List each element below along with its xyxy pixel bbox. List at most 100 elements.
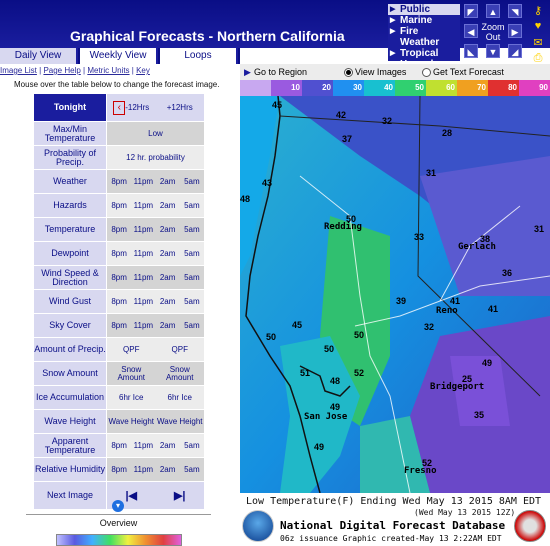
row-cell[interactable]: 8pm [107, 170, 131, 193]
row-cell[interactable]: 2am [156, 458, 180, 481]
map-caption: Low Temperature(F) Ending Wed May 13 201… [246, 496, 542, 507]
city-label: Reno [436, 306, 458, 316]
row-cell[interactable]: 8pm [107, 314, 131, 337]
favorite-icon[interactable]: ♥ [528, 20, 548, 36]
tab-daily-view[interactable]: Daily View [0, 48, 78, 64]
row-cell[interactable]: Low [107, 122, 204, 145]
row-cell[interactable]: 11pm [131, 290, 155, 313]
row-cell[interactable]: Snow Amount [156, 362, 205, 385]
row-cell[interactable]: 2am [156, 170, 180, 193]
temp-label: 50 [266, 332, 277, 342]
row-cell[interactable]: 8pm [107, 458, 131, 481]
row-cell[interactable]: 6hr Ice [107, 386, 156, 409]
pan-up-left-icon[interactable]: ◤ [464, 4, 478, 18]
temp-label: 48 [330, 376, 341, 386]
scale-cell: 10 [271, 80, 302, 96]
row-cell[interactable]: 12 hr. probability [107, 146, 204, 169]
pan-up-icon[interactable]: ▲ [486, 4, 500, 18]
row-cell[interactable]: Snow Amount [107, 362, 156, 385]
row-cell[interactable]: 5am [180, 458, 204, 481]
row-cell[interactable]: 11pm [131, 458, 155, 481]
city-label: Redding [324, 222, 362, 232]
image-list-link[interactable]: Image List [0, 66, 37, 75]
row-cell[interactable]: 2am [156, 194, 180, 217]
row-cell[interactable]: 11pm [131, 242, 155, 265]
row-label: Max/Min Temperature [34, 122, 107, 145]
row-cell[interactable]: 11pm [131, 434, 155, 457]
row-cell[interactable]: 8pm [107, 266, 131, 289]
row-cell[interactable]: 2am [156, 266, 180, 289]
tab-loops[interactable]: Loops [160, 48, 238, 64]
nav-link-marine[interactable]: Marine [388, 15, 460, 26]
row-cell[interactable]: 11pm [131, 194, 155, 217]
temp-label: 35 [474, 410, 485, 420]
row-cell[interactable]: 11pm [131, 314, 155, 337]
go-to-region-icon: ▶ [244, 67, 251, 77]
page-help-link[interactable]: Page Help [43, 66, 80, 75]
view-images-radio[interactable]: View Images [344, 67, 406, 78]
row-cell[interactable]: 5am [180, 170, 204, 193]
city-label: San Jose [304, 412, 348, 422]
row-cell[interactable]: 2am [156, 242, 180, 265]
ndfd-title: National Digital Forecast Database [280, 519, 506, 532]
row-cell[interactable]: Wave Height [107, 410, 156, 433]
row-label: Sky Cover [34, 314, 107, 337]
pan-up-right-icon[interactable]: ◥ [508, 4, 522, 18]
get-text-radio[interactable]: Get Text Forecast [422, 67, 504, 78]
last-image-button[interactable]: ▶| [156, 482, 205, 509]
row-cell[interactable]: 5am [180, 242, 204, 265]
row-cell[interactable]: 5am [180, 194, 204, 217]
temp-label: 49 [330, 402, 341, 412]
table-row: Snow Amount Snow Amount Snow Amount [34, 362, 204, 386]
row-cell[interactable]: 11pm [131, 218, 155, 241]
forecast-map[interactable]: 45 42 37 32 28 31 43 48 50 33 38 31 36 3… [240, 96, 550, 493]
row-label: Weather [34, 170, 107, 193]
row-cell[interactable]: QPF [107, 338, 156, 361]
email-icon[interactable]: ✉ [528, 36, 548, 52]
row-cell[interactable]: 8pm [107, 218, 131, 241]
row-cell[interactable]: Wave Height [156, 410, 205, 433]
row-cell[interactable]: 8pm [107, 242, 131, 265]
overview-map-thumbnail[interactable] [56, 534, 182, 546]
row-cell[interactable]: 2am [156, 434, 180, 457]
row-cell[interactable]: 6hr Ice [156, 386, 205, 409]
nav-link-public[interactable]: Public [388, 4, 460, 15]
pan-down-left-icon[interactable]: ◣ [464, 44, 478, 58]
pan-right-icon[interactable]: ▶ [508, 24, 522, 38]
go-to-region-link[interactable]: Go to Region [254, 67, 307, 77]
pan-left-icon[interactable]: ◀ [464, 24, 478, 38]
prev-period-button[interactable]: ‹ -12Hrs [107, 100, 156, 115]
nav-link-tropical[interactable]: Tropical [388, 48, 460, 59]
nws-logo-icon [514, 510, 546, 542]
temp-label: 48 [240, 194, 251, 204]
table-row: Wave Height Wave Height Wave Height [34, 410, 204, 434]
key-icon[interactable]: ⚷ [528, 4, 548, 20]
row-cell[interactable]: 2am [156, 218, 180, 241]
row-cell[interactable]: 11pm [131, 266, 155, 289]
row-cell[interactable]: 11pm [131, 170, 155, 193]
overview-toggle-icon[interactable]: ▾ [112, 500, 124, 512]
row-cell[interactable]: 5am [180, 434, 204, 457]
metric-units-link[interactable]: Metric Units [87, 66, 129, 75]
row-cell[interactable]: 5am [180, 314, 204, 337]
row-cell[interactable]: 2am [156, 290, 180, 313]
row-cell[interactable]: QPF [156, 338, 205, 361]
nav-link-fire-weather[interactable]: Fire Weather [388, 26, 460, 48]
pan-down-icon[interactable]: ▼ [486, 44, 500, 58]
temp-label: 36 [502, 268, 513, 278]
row-cell[interactable]: 5am [180, 266, 204, 289]
row-cell[interactable]: 2am [156, 314, 180, 337]
row-cell[interactable]: 8pm [107, 434, 131, 457]
table-row: Wind Speed & Direction 8pm 11pm 2am 5am [34, 266, 204, 290]
map-terrain [240, 96, 550, 493]
row-cell[interactable]: 5am [180, 290, 204, 313]
row-cell[interactable]: 8pm [107, 194, 131, 217]
zoom-out-button[interactable]: Zoom Out [480, 22, 506, 44]
row-cell[interactable]: 8pm [107, 290, 131, 313]
tab-weekly-view[interactable]: Weekly View [80, 48, 158, 64]
table-row: Temperature 8pm 11pm 2am 5am [34, 218, 204, 242]
pan-down-right-icon[interactable]: ◢ [508, 44, 522, 58]
next-period-button[interactable]: +12Hrs [156, 103, 205, 112]
key-link[interactable]: Key [136, 66, 150, 75]
row-cell[interactable]: 5am [180, 218, 204, 241]
